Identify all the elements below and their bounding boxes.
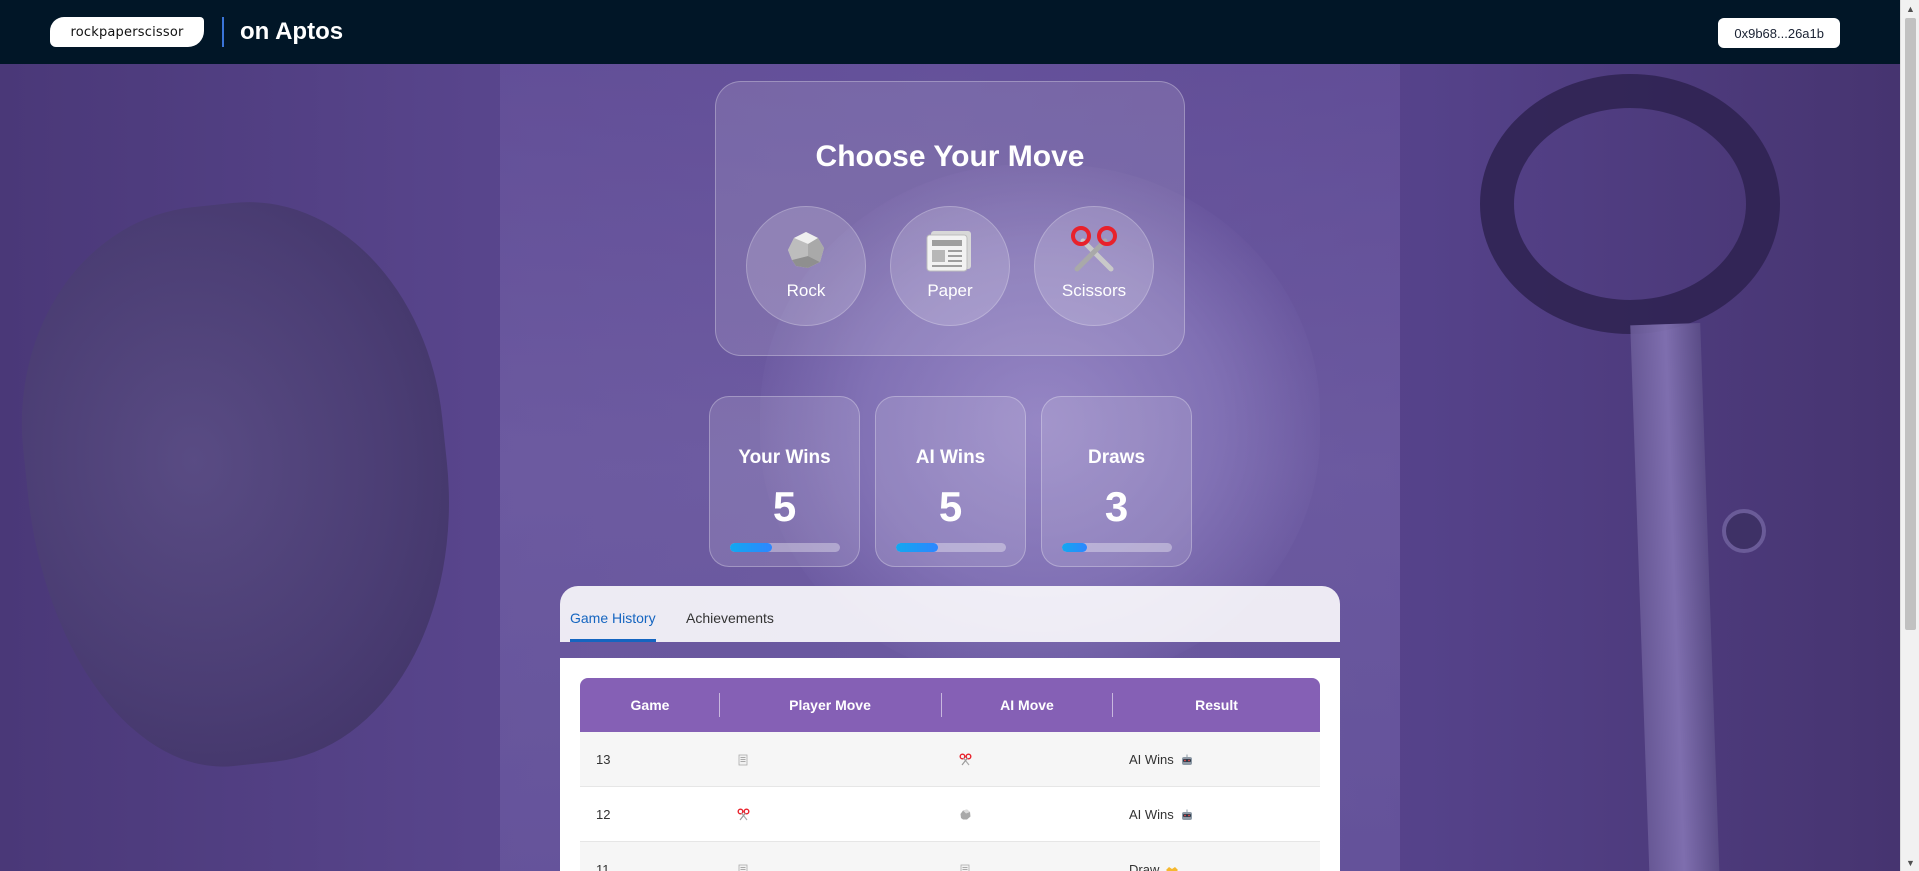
move-chooser-panel: Choose Your Move Rock Paper Scissors	[715, 81, 1185, 356]
cell-game: 11	[596, 862, 610, 871]
your-wins-title: Your Wins	[738, 447, 831, 468]
cell-ai-move	[958, 732, 972, 787]
scissors-icon	[1069, 225, 1119, 275]
draws-value: 3	[1104, 483, 1129, 530]
background-scissors-pivot	[1722, 509, 1766, 553]
paper-move-label: Paper	[927, 281, 973, 300]
table-row[interactable]: 12 AI Wins	[580, 787, 1320, 842]
scissors-move-label: Scissors	[1061, 281, 1127, 300]
background-scissors-blade	[1630, 322, 1720, 871]
your-wins-value: 5	[772, 483, 797, 530]
ai-wins-progress-fill	[896, 543, 938, 552]
cell-player-move	[736, 787, 750, 842]
cell-result: AI Wins	[1129, 787, 1194, 842]
table-row[interactable]: 11 Draw	[580, 842, 1320, 871]
paper-icon	[736, 863, 750, 871]
scrollbar-thumb[interactable]	[1905, 18, 1916, 630]
paper-icon	[736, 753, 750, 767]
scroll-down-arrow-icon[interactable]: ▼	[1901, 854, 1919, 871]
robot-icon	[1180, 753, 1194, 767]
ai-wins-card: AI Wins 5	[875, 396, 1026, 567]
tab-achievements[interactable]: Achievements	[686, 610, 774, 642]
result-text: AI Wins	[1129, 807, 1174, 822]
newspaper-icon	[925, 225, 975, 275]
result-text: Draw	[1129, 862, 1160, 871]
draws-progress	[1062, 543, 1172, 552]
draws-title: Draws	[1087, 447, 1146, 468]
scissors-icon	[958, 753, 972, 767]
brand-title: on Aptos	[240, 18, 344, 45]
column-header-result[interactable]: Result	[1113, 678, 1320, 732]
top-navbar: rockpaperscissor on Aptos 0x9b68...26a1b	[0, 0, 1900, 64]
background-scissors-handle	[1480, 74, 1780, 334]
background-rock-image	[0, 183, 477, 785]
header-divider	[222, 17, 224, 47]
column-header-player-move[interactable]: Player Move	[720, 678, 940, 732]
logo-text: rockpaperscissor	[70, 24, 184, 40]
page-scrollbar[interactable]: ▲ ▼	[1900, 0, 1919, 871]
cell-game: 13	[596, 752, 611, 767]
column-header-ai-move[interactable]: AI Move	[942, 678, 1112, 732]
your-wins-progress	[730, 543, 840, 552]
ai-wins-title: AI Wins	[915, 447, 986, 468]
cell-ai-move	[958, 842, 972, 871]
ai-wins-value: 5	[938, 483, 963, 530]
scissors-icon	[736, 808, 750, 822]
cell-game: 12	[596, 807, 611, 822]
history-panel: Game History Achievements Game Player Mo…	[560, 586, 1340, 871]
result-text: AI Wins	[1129, 752, 1174, 767]
scroll-up-arrow-icon[interactable]: ▲	[1901, 0, 1919, 17]
move-chooser-title: Choose Your Move	[815, 140, 1085, 173]
cell-ai-move	[958, 787, 972, 842]
cell-player-move	[736, 842, 750, 871]
paper-move-button[interactable]: Paper	[890, 206, 1010, 326]
draws-progress-fill	[1062, 543, 1088, 552]
wallet-address-button[interactable]: 0x9b68...26a1b	[1718, 18, 1840, 48]
tab-bar: Game History Achievements	[560, 586, 1340, 642]
robot-icon	[1180, 808, 1194, 822]
rock-move-button[interactable]: Rock	[746, 206, 866, 326]
game-history-table: Game Player Move AI Move Result 13 AI Wi…	[560, 658, 1340, 871]
rock-move-label: Rock	[786, 281, 826, 300]
paper-icon	[958, 863, 972, 871]
ai-wins-progress	[896, 543, 1006, 552]
tab-game-history[interactable]: Game History	[570, 610, 656, 642]
rock-icon	[958, 808, 972, 822]
site-logo[interactable]: rockpaperscissor	[50, 17, 204, 47]
cell-result: Draw	[1129, 842, 1179, 871]
handshake-icon	[1165, 863, 1179, 871]
cell-result: AI Wins	[1129, 732, 1194, 787]
your-wins-progress-fill	[730, 543, 772, 552]
table-header: Game Player Move AI Move Result	[580, 678, 1320, 732]
scissors-move-button[interactable]: Scissors	[1034, 206, 1154, 326]
your-wins-card: Your Wins 5	[709, 396, 860, 567]
cell-player-move	[736, 732, 750, 787]
table-row[interactable]: 13 AI Wins	[580, 732, 1320, 787]
draws-card: Draws 3	[1041, 396, 1192, 567]
rock-icon	[781, 225, 831, 275]
column-header-game[interactable]: Game	[580, 678, 720, 732]
